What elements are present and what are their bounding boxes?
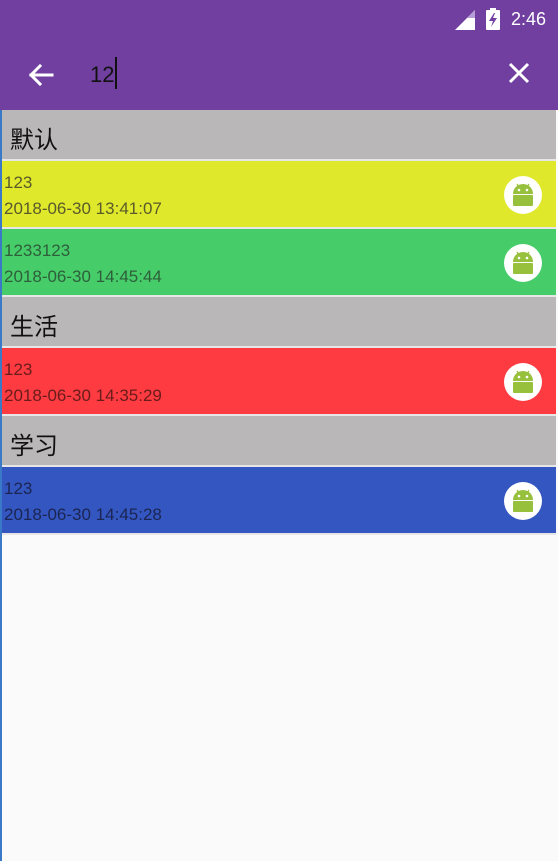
group-header: 生活 [2,297,556,348]
group-header: 默认 [2,110,556,161]
note-item[interactable]: 123 2018-06-30 14:35:29 [2,348,556,416]
android-avatar-icon [504,482,542,520]
android-avatar-icon [504,176,542,214]
note-title: 1233123 [4,241,71,260]
group-name: 生活 [10,313,58,341]
back-arrow-icon[interactable] [26,60,56,90]
android-avatar-icon [504,244,542,282]
group-name: 默认 [10,126,58,154]
note-item[interactable]: 123 2018-06-30 14:45:28 [2,467,556,535]
group-header: 学习 [2,416,556,467]
note-item[interactable]: 1233123 2018-06-30 14:45:44 [2,229,556,297]
note-time: 2018-06-30 14:45:44 [4,267,162,286]
battery-charging-icon [486,8,500,30]
note-time: 2018-06-30 13:41:07 [4,199,162,218]
note-item[interactable]: 123 2018-06-30 13:41:07 [2,161,556,229]
note-title: 123 [4,173,33,192]
note-title: 123 [4,360,33,379]
status-time: 2:46 [510,9,546,29]
group-name: 学习 [10,432,58,460]
search-toolbar [0,40,558,110]
android-avatar-icon [504,363,542,401]
status-bar: 2:46 [0,0,558,40]
signal-icon [455,10,475,30]
note-time: 2018-06-30 14:35:29 [4,386,162,405]
close-icon[interactable] [506,60,532,86]
search-input[interactable] [90,58,470,92]
text-cursor [115,57,117,89]
note-time: 2018-06-30 14:45:28 [4,505,162,524]
note-list: 默认 123 2018-06-30 13:41:07 1233123 2018-… [2,110,556,535]
note-title: 123 [4,479,33,498]
